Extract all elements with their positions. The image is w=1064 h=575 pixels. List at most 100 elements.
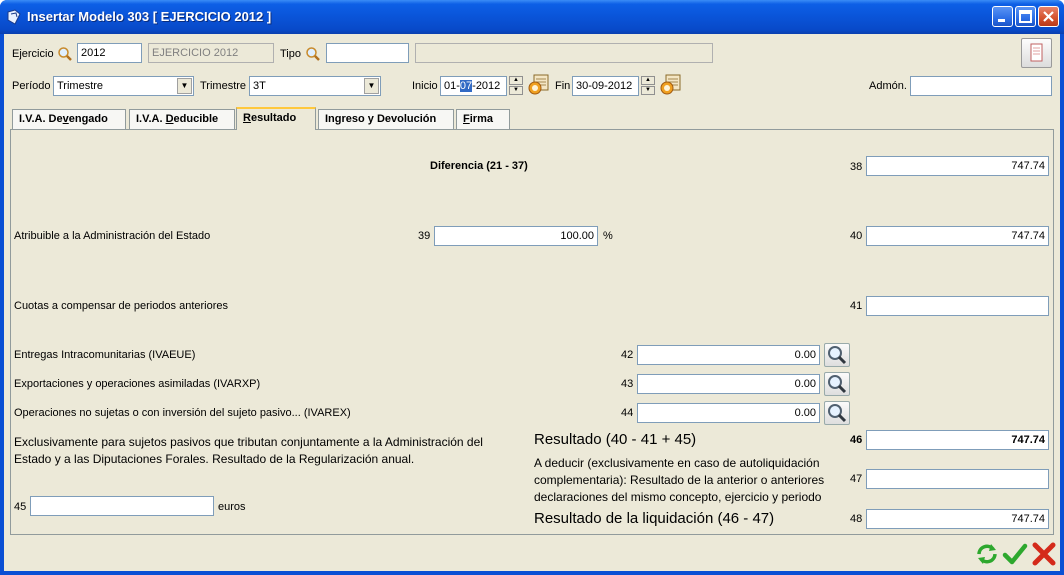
- box-40-input[interactable]: 747.74: [866, 226, 1049, 246]
- ejercicio-input[interactable]: 2012: [77, 43, 142, 63]
- box-48-input[interactable]: 747.74: [866, 509, 1049, 529]
- exportaciones-label: Exportaciones y operaciones asimiladas (…: [14, 378, 261, 390]
- refresh-button[interactable]: [974, 541, 1000, 567]
- trimestre-label: Trimestre: [200, 80, 247, 92]
- inicio-date-month-selected: 07: [459, 80, 473, 92]
- box-46-number: 46: [850, 434, 863, 446]
- app-icon: [7, 9, 21, 25]
- trimestre-value: 3T: [253, 80, 266, 92]
- box-47-number: 47: [850, 473, 863, 485]
- box-38-input[interactable]: 747.74: [866, 156, 1049, 176]
- euros-label: euros: [218, 501, 246, 513]
- entregas-label: Entregas Intracomunitarias (IVAEUE): [14, 349, 196, 361]
- tab-accelerator: F: [463, 113, 470, 125]
- fin-calendar-icon[interactable]: [659, 73, 683, 97]
- admon-input[interactable]: [910, 76, 1052, 96]
- box-41-input[interactable]: [866, 296, 1049, 316]
- percent-sign: %: [603, 230, 613, 242]
- close-window-button[interactable]: [1038, 6, 1059, 27]
- spin-up-icon[interactable]: ▲: [641, 76, 655, 85]
- magnifier-icon: [828, 375, 847, 394]
- cuotas-label: Cuotas a compensar de periodos anteriore…: [14, 300, 229, 312]
- tab-label: esultado: [250, 112, 297, 124]
- title-bar[interactable]: Insertar Modelo 303 [ EJERCICIO 2012 ]: [0, 0, 1064, 34]
- magnifier-icon: [828, 346, 847, 365]
- diferencia-label: Diferencia (21 - 37): [430, 160, 528, 172]
- box-48-number: 48: [850, 513, 863, 525]
- periodo-label: Período: [12, 80, 51, 92]
- document-icon: [1030, 43, 1043, 62]
- box-39-input[interactable]: 100.00: [434, 226, 598, 246]
- close-icon: [1043, 11, 1054, 22]
- box-42-number: 42: [621, 349, 634, 361]
- box-42-input[interactable]: 0.00: [637, 345, 820, 365]
- box-47-input[interactable]: [866, 469, 1049, 489]
- box-44-search-button[interactable]: [824, 401, 850, 425]
- tab-label: educible: [173, 113, 219, 125]
- chevron-down-icon[interactable]: ▼: [177, 78, 192, 94]
- ejercicio-label: Ejercicio: [12, 48, 54, 60]
- window-title: Insertar Modelo 303 [ EJERCICIO 2012 ]: [27, 9, 272, 24]
- fin-date-input[interactable]: 30-09-2012: [572, 76, 639, 96]
- inicio-date-day: 01-: [444, 80, 460, 92]
- admon-label: Admón.: [869, 80, 907, 92]
- deducir-text-line2: complementaria): Resultado de la anterio…: [534, 473, 825, 487]
- tab-accelerator: D: [165, 113, 174, 125]
- ejercicio-search-icon[interactable]: [57, 46, 73, 62]
- cancel-button[interactable]: [1031, 541, 1057, 567]
- tab-label: irma: [469, 113, 493, 125]
- document-button[interactable]: [1021, 38, 1052, 68]
- tab-accelerator: R: [243, 112, 251, 124]
- resultado-label: Resultado (40 - 41 + 45): [534, 431, 697, 448]
- periodo-value: Trimestre: [57, 80, 104, 92]
- tab-label: engado: [68, 113, 108, 125]
- box-43-search-button[interactable]: [824, 372, 850, 396]
- box-43-input[interactable]: 0.00: [637, 374, 820, 394]
- box-43-number: 43: [621, 378, 634, 390]
- exclusivamente-text-line2: Estado y a las Diputaciones Forales. Res…: [14, 452, 415, 466]
- tab-bar: I.V.A. Devengado I.V.A. Deducible Result…: [12, 107, 1052, 130]
- tab-iva-devengado[interactable]: I.V.A. Devengado: [12, 109, 126, 129]
- maximize-icon: [1019, 10, 1032, 23]
- spin-down-icon[interactable]: ▼: [641, 86, 655, 95]
- no-sujetas-label: Operaciones no sujetas o con inversión d…: [14, 407, 351, 419]
- minimize-button[interactable]: [992, 6, 1013, 27]
- tipo-label: Tipo: [280, 48, 301, 60]
- maximize-button[interactable]: [1015, 6, 1036, 27]
- ejercicio-description: EJERCICIO 2012: [148, 43, 274, 63]
- resultado-panel: Diferencia (21 - 37) 38 747.74 Atribuibl…: [10, 129, 1054, 535]
- tab-iva-deducible[interactable]: I.V.A. Deducible: [129, 109, 235, 129]
- inicio-date-year: -2012: [472, 80, 501, 92]
- box-46-input[interactable]: 747.74: [866, 430, 1049, 450]
- box-38-number: 38: [850, 161, 863, 173]
- tab-resultado[interactable]: Resultado: [236, 107, 316, 130]
- spin-up-icon[interactable]: ▲: [509, 76, 523, 85]
- box-44-input[interactable]: 0.00: [637, 403, 820, 423]
- box-39-number: 39: [418, 230, 431, 242]
- minimize-icon: [998, 19, 1005, 22]
- periodo-select[interactable]: Trimestre ▼: [53, 76, 194, 96]
- app-window: Insertar Modelo 303 [ EJERCICIO 2012 ] E…: [0, 0, 1064, 575]
- fin-spinner[interactable]: ▲ ▼: [641, 76, 655, 96]
- box-44-number: 44: [621, 407, 634, 419]
- inicio-date-input[interactable]: 01-07-2012: [440, 76, 507, 96]
- tab-ingreso-devolucion[interactable]: Ingreso y Devolución: [318, 109, 454, 129]
- tipo-input[interactable]: [326, 43, 409, 63]
- chevron-down-icon[interactable]: ▼: [364, 78, 379, 94]
- tipo-description: [415, 43, 713, 63]
- box-45-input[interactable]: [30, 496, 214, 516]
- refresh-icon: [977, 544, 997, 564]
- dialog-client-area: Ejercicio 2012 EJERCICIO 2012 Tipo Perío…: [4, 34, 1060, 571]
- tipo-search-icon[interactable]: [305, 46, 321, 62]
- box-42-search-button[interactable]: [824, 343, 850, 367]
- trimestre-select[interactable]: 3T ▼: [249, 76, 381, 96]
- inicio-spinner[interactable]: ▲ ▼: [509, 76, 523, 96]
- close-icon: [1032, 542, 1056, 566]
- tab-firma[interactable]: Firma: [456, 109, 510, 129]
- tab-label: Ingreso y Devolución: [325, 113, 437, 125]
- spin-down-icon[interactable]: ▼: [509, 86, 523, 95]
- inicio-calendar-icon[interactable]: [527, 73, 551, 97]
- deducir-text-line3: declaraciones del mismo concepto, ejerci…: [534, 490, 822, 504]
- accept-button[interactable]: [1002, 541, 1028, 567]
- tab-label: I.V.A.: [136, 113, 166, 125]
